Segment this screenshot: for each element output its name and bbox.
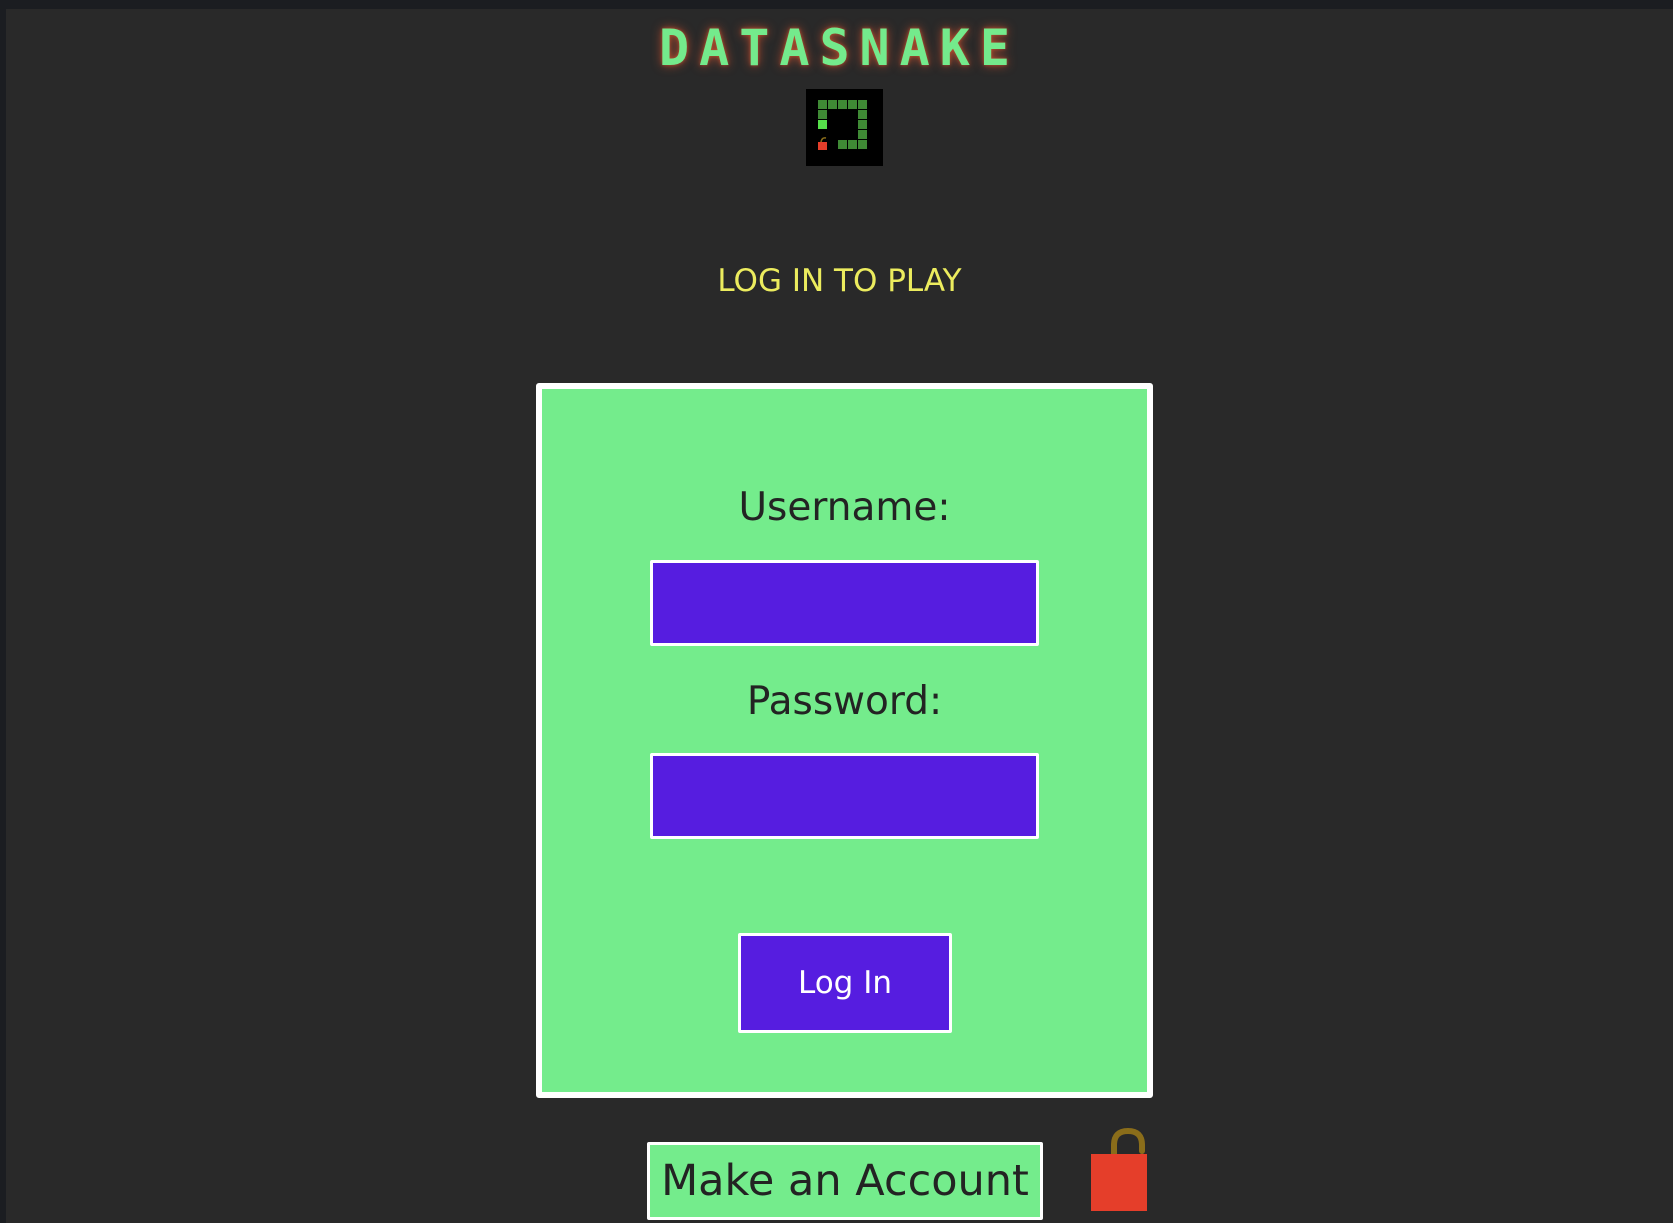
page-viewport: DATASNAKE LOG IN TO PLAY Username: Passw… xyxy=(6,9,1673,1223)
snake-game-icon xyxy=(806,89,883,166)
login-prompt: LOG IN TO PLAY xyxy=(717,263,962,299)
password-input[interactable] xyxy=(650,753,1039,839)
password-label: Password: xyxy=(746,679,943,724)
log-in-button[interactable]: Log In xyxy=(738,933,952,1033)
login-panel: Username: Password: Log In xyxy=(536,383,1153,1098)
username-label: Username: xyxy=(738,485,951,530)
make-account-button[interactable]: Make an Account xyxy=(647,1142,1043,1220)
app-title: DATASNAKE xyxy=(659,19,1020,77)
unlocked-padlock-icon[interactable] xyxy=(1088,1121,1148,1211)
username-input[interactable] xyxy=(650,560,1039,646)
